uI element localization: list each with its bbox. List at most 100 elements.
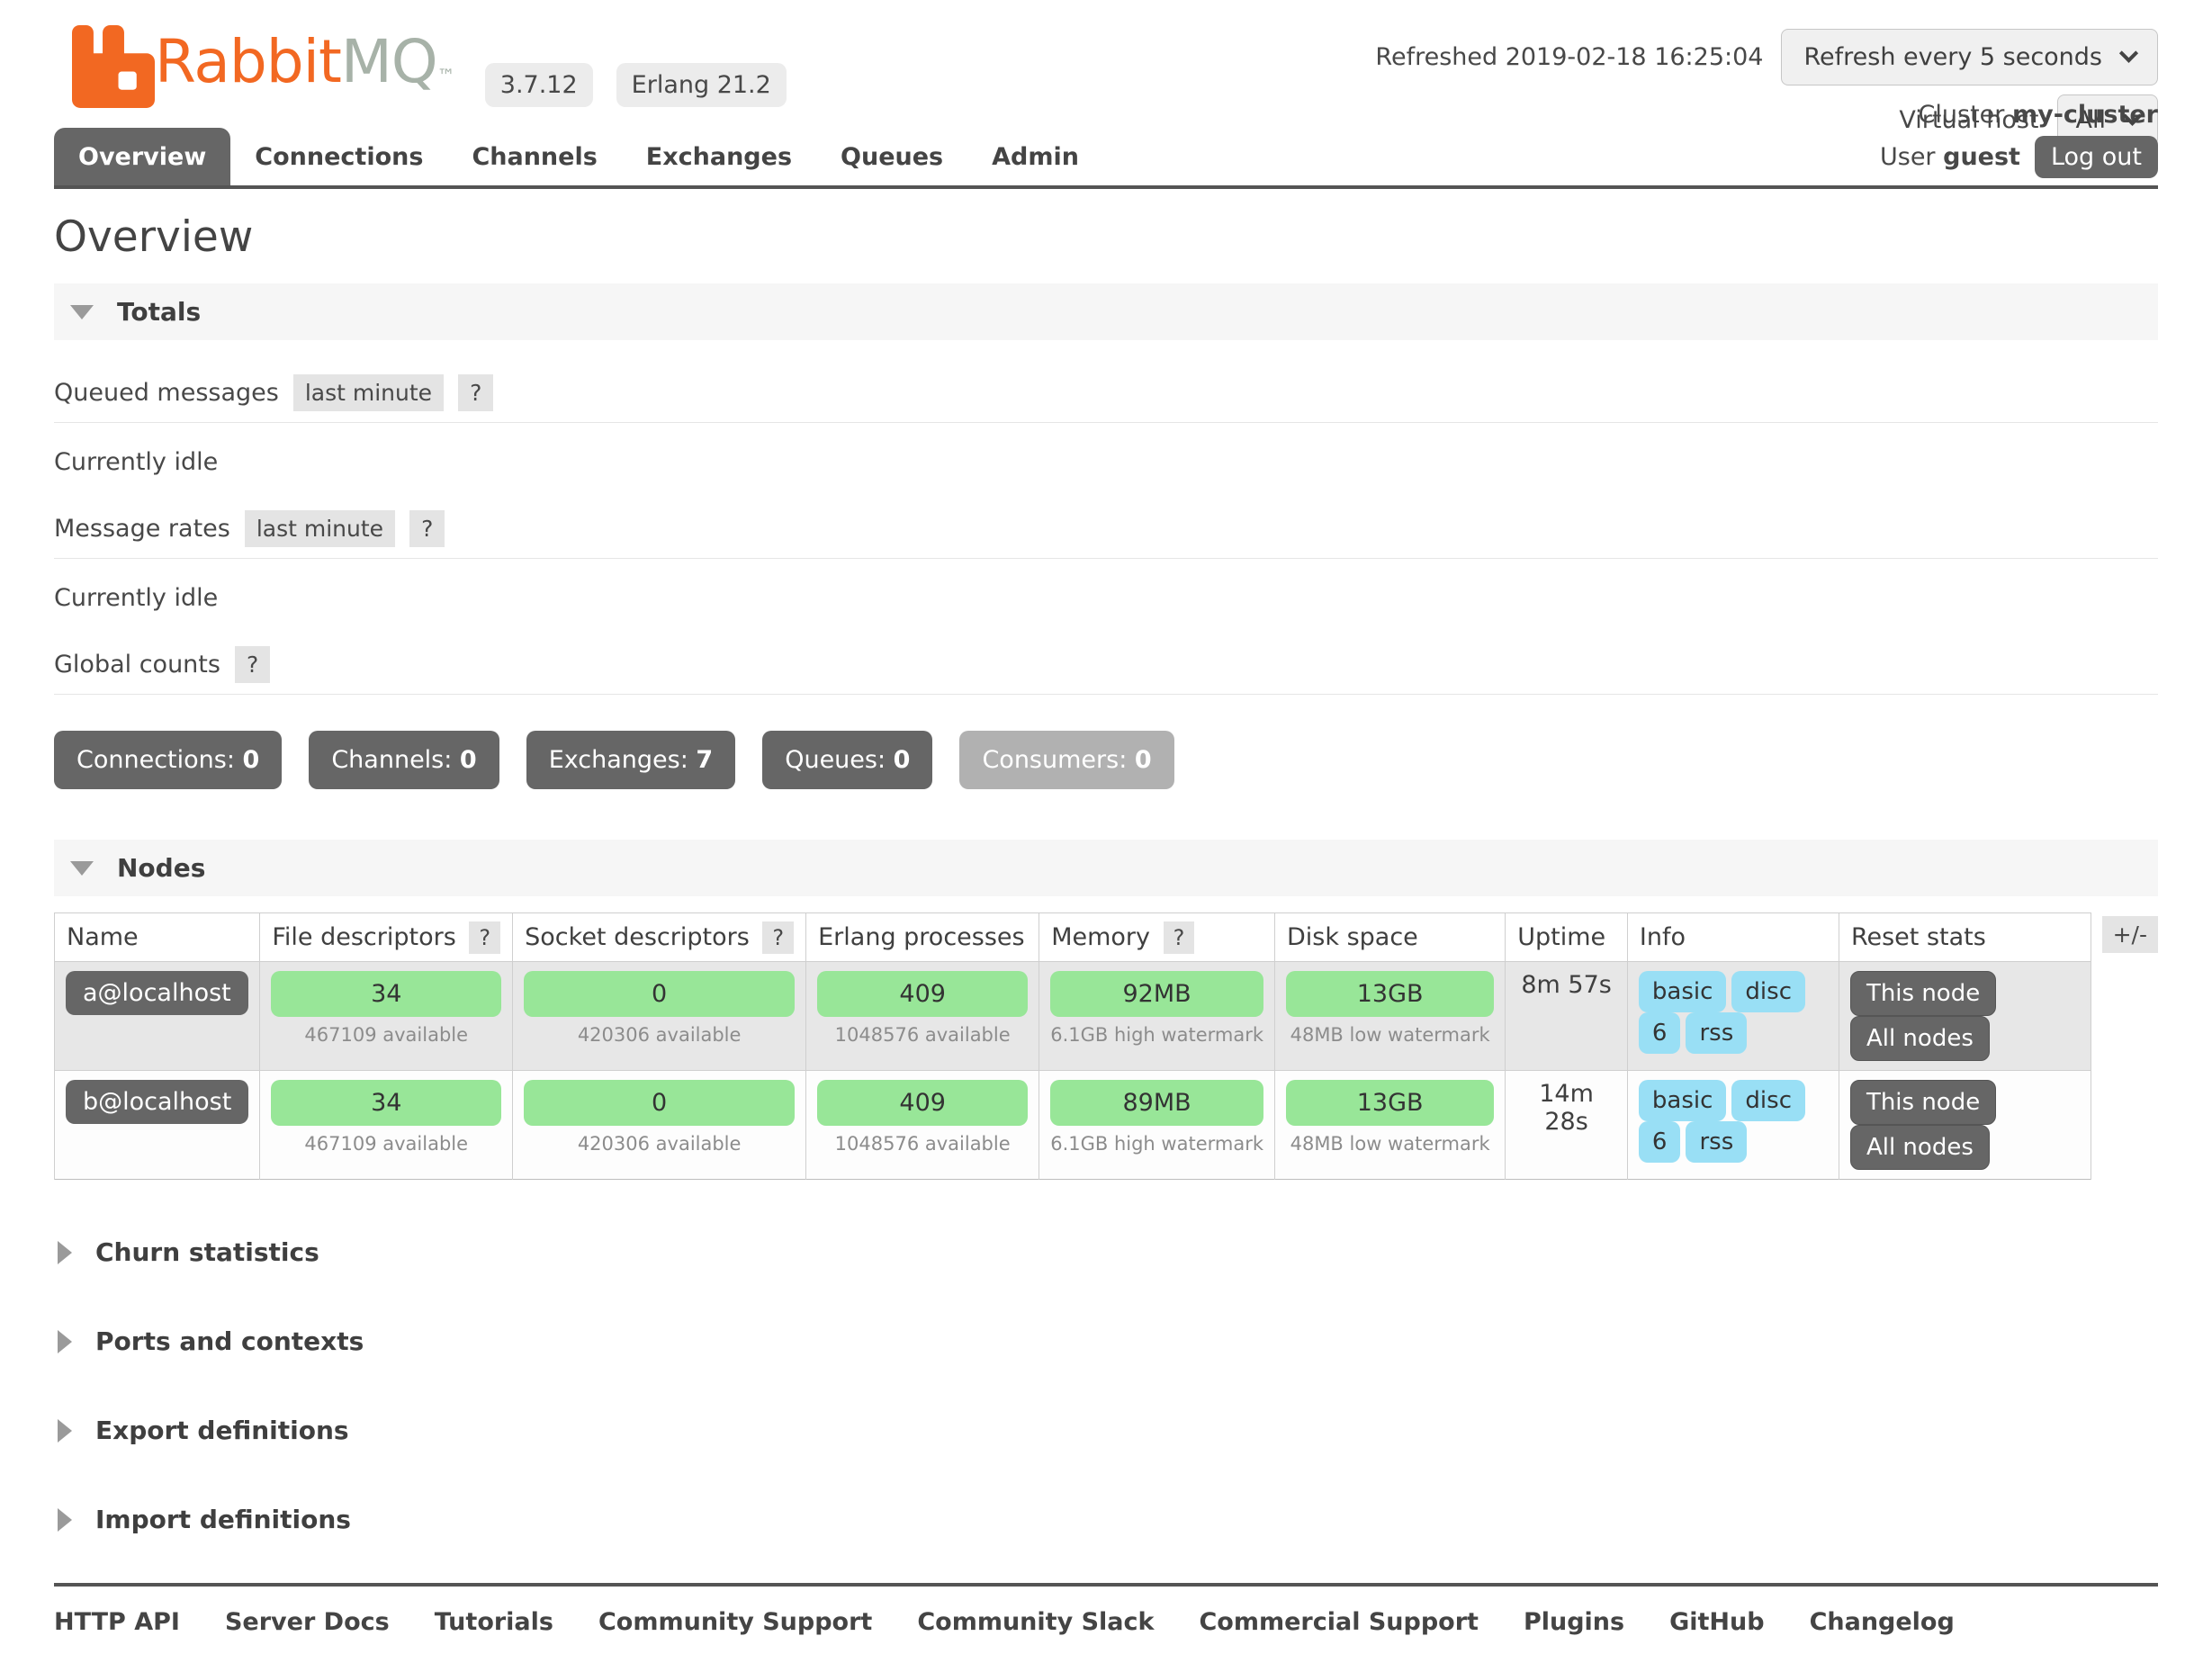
node-row-a: a@localhost 34467109 available 0420306 a…	[55, 962, 2091, 1071]
footer-link-community-support[interactable]: Community Support	[598, 1608, 872, 1636]
global-counts-help-icon[interactable]: ?	[235, 646, 270, 683]
node-row-b: b@localhost 34467109 available 0420306 a…	[55, 1071, 2091, 1180]
chevron-down-icon	[2119, 44, 2138, 63]
tab-connections[interactable]: Connections	[230, 128, 447, 185]
user-name: guest	[1943, 143, 2020, 171]
toggle-columns-button[interactable]: +/-	[2102, 916, 2158, 953]
erlang-processes-cell: 4091048576 available	[806, 1071, 1039, 1180]
memory-help-icon[interactable]: ?	[1164, 921, 1195, 954]
nodes-section-header[interactable]: Nodes	[54, 840, 2158, 896]
totals-section-header[interactable]: Totals	[54, 283, 2158, 340]
global-counts-row: Global counts ?	[54, 646, 2158, 695]
collapse-icon	[70, 861, 94, 876]
info-cell: basicdisc 6rss	[1627, 1071, 1839, 1180]
reset-stats-cell: This nodeAll nodes	[1839, 1071, 2091, 1180]
tab-queues[interactable]: Queues	[816, 128, 967, 185]
page-title: Overview	[54, 212, 2158, 262]
cores-badge: 6	[1639, 1012, 1681, 1054]
footer-link-changelog[interactable]: Changelog	[1810, 1608, 1955, 1636]
reset-stats-cell: This nodeAll nodes	[1839, 962, 2091, 1071]
reset-this-node-button[interactable]: This node	[1850, 971, 1996, 1016]
file-descriptors-cell: 34467109 available	[260, 1071, 513, 1180]
tab-channels[interactable]: Channels	[447, 128, 621, 185]
footer-link-tutorials[interactable]: Tutorials	[435, 1608, 553, 1636]
col-memory: Memory ?	[1039, 913, 1275, 962]
message-rates-period-badge[interactable]: last minute	[245, 510, 395, 547]
message-rates-label: Message rates	[54, 515, 230, 543]
section-ports-and-contexts[interactable]: Ports and contexts	[54, 1316, 2158, 1367]
footer: HTTP API Server Docs Tutorials Community…	[54, 1583, 2158, 1672]
rabbitmq-logo[interactable]: RabbitMQ™	[72, 23, 454, 114]
cluster-info: Cluster my-cluster	[1880, 101, 2158, 129]
uptime-cell: 14m 28s	[1506, 1071, 1628, 1180]
stats-mode-badge: basic	[1639, 1080, 1727, 1121]
footer-link-community-slack[interactable]: Community Slack	[917, 1608, 1154, 1636]
file-descriptors-cell: 34467109 available	[260, 962, 513, 1071]
footer-link-commercial-support[interactable]: Commercial Support	[1199, 1608, 1479, 1636]
col-erlang-processes: Erlang processes	[806, 913, 1039, 962]
nodes-table-header-row: Name File descriptors ? Socket descripto…	[55, 913, 2091, 962]
section-export-definitions[interactable]: Export definitions	[54, 1405, 2158, 1456]
footer-link-plugins[interactable]: Plugins	[1524, 1608, 1624, 1636]
connections-count-button[interactable]: Connections: 0	[54, 731, 282, 789]
rabbitmq-management-page: RabbitMQ™ 3.7.12 Erlang 21.2 Refreshed 2…	[0, 0, 2212, 1545]
tab-exchanges[interactable]: Exchanges	[622, 128, 816, 185]
queued-messages-help-icon[interactable]: ?	[458, 374, 493, 411]
col-disk-space: Disk space	[1275, 913, 1506, 962]
message-rates-value: Currently idle	[54, 584, 2158, 612]
erlang-processes-cell: 4091048576 available	[806, 962, 1039, 1071]
col-reset-stats: Reset stats	[1839, 913, 2091, 962]
socket-descriptors-cell: 0420306 available	[513, 962, 806, 1071]
footer-link-github[interactable]: GitHub	[1669, 1608, 1764, 1636]
channels-count-button[interactable]: Channels: 0	[309, 731, 499, 789]
expand-icon	[58, 1330, 72, 1353]
rabbitmq-rabbit-icon	[72, 25, 155, 114]
reset-all-nodes-button[interactable]: All nodes	[1850, 1016, 1990, 1061]
memory-strategy-badge: rss	[1686, 1012, 1747, 1054]
info-cell: basicdisc6rss	[1627, 962, 1839, 1071]
uptime-cell: 8m 57s	[1506, 962, 1628, 1071]
memory-strategy-badge: rss	[1686, 1121, 1747, 1163]
refresh-interval-select[interactable]: Refresh every 5 seconds	[1781, 29, 2158, 85]
col-socket-descriptors: Socket descriptors ?	[513, 913, 806, 962]
node-name-badge[interactable]: b@localhost	[66, 1080, 248, 1124]
refreshed-timestamp: Refreshed 2019-02-18 16:25:04	[1375, 43, 1763, 71]
socket-descriptors-help-icon[interactable]: ?	[762, 921, 794, 954]
section-churn-statistics[interactable]: Churn statistics	[54, 1227, 2158, 1278]
user-info: User guest	[1880, 143, 2020, 171]
expand-icon	[58, 1419, 72, 1443]
logout-button[interactable]: Log out	[2035, 136, 2158, 178]
memory-cell: 89MB6.1GB high watermark	[1039, 1071, 1275, 1180]
reset-all-nodes-button[interactable]: All nodes	[1850, 1125, 1990, 1170]
version-badge: 3.7.12	[485, 63, 593, 107]
rabbitmq-wordmark: RabbitMQ™	[155, 23, 454, 114]
expand-icon	[58, 1241, 72, 1264]
section-import-definitions[interactable]: Import definitions	[54, 1494, 2158, 1545]
tab-admin[interactable]: Admin	[967, 128, 1103, 185]
consumers-count-button[interactable]: Consumers: 0	[959, 731, 1173, 789]
node-type-badge: disc	[1731, 1080, 1805, 1121]
disk-space-cell: 13GB48MB low watermark	[1275, 1071, 1506, 1180]
node-name-badge[interactable]: a@localhost	[66, 971, 248, 1015]
col-info: Info	[1627, 913, 1839, 962]
queued-messages-period-badge[interactable]: last minute	[293, 374, 444, 411]
reset-this-node-button[interactable]: This node	[1850, 1080, 1996, 1125]
cores-badge: 6	[1639, 1121, 1681, 1163]
exchanges-count-button[interactable]: Exchanges: 7	[526, 731, 735, 789]
collapse-icon	[70, 305, 94, 319]
nodes-table: Name File descriptors ? Socket descripto…	[54, 912, 2091, 1180]
global-counts-label: Global counts	[54, 651, 220, 679]
expand-icon	[58, 1508, 72, 1532]
erlang-version-badge: Erlang 21.2	[616, 63, 787, 107]
footer-link-server-docs[interactable]: Server Docs	[225, 1608, 390, 1636]
node-type-badge: disc	[1731, 971, 1805, 1012]
message-rates-row: Message rates last minute ?	[54, 510, 2158, 559]
footer-link-http-api[interactable]: HTTP API	[54, 1608, 180, 1636]
file-descriptors-help-icon[interactable]: ?	[469, 921, 500, 954]
col-uptime: Uptime	[1506, 913, 1628, 962]
queues-count-button[interactable]: Queues: 0	[762, 731, 932, 789]
col-name: Name	[55, 913, 260, 962]
queued-messages-value: Currently idle	[54, 448, 2158, 476]
message-rates-help-icon[interactable]: ?	[409, 510, 445, 547]
tab-overview[interactable]: Overview	[54, 128, 230, 185]
